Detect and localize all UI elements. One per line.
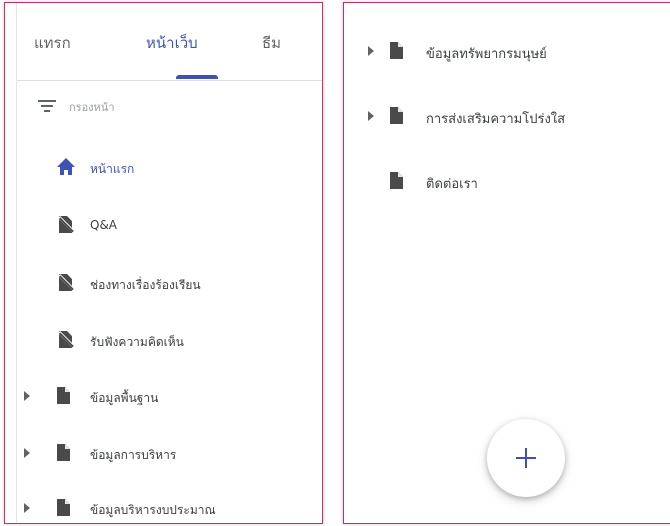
page-item-transparency[interactable]: การส่งเสริมความโปร่งใส — [344, 101, 670, 131]
page-item-hr[interactable]: ข้อมูลทรัพยากรมนุษย์ — [344, 36, 670, 66]
hidden-page-icon — [57, 216, 75, 234]
page-item-basic-info[interactable]: ข้อมูลพื้นฐาน — [17, 381, 322, 411]
expand-caret-icon[interactable] — [368, 111, 374, 121]
page-label: ติดต่อเรา — [426, 177, 478, 192]
filter-icon — [38, 99, 56, 113]
page-label: หน้าแรก — [90, 162, 135, 176]
page-icon — [57, 499, 75, 517]
hidden-page-icon — [57, 331, 75, 349]
page-label: ข้อมูลบริหารงบประมาณ — [90, 503, 216, 517]
pages-panel-left: แทรก หน้าเว็บ ธีม กรองหน้า หน้าแรก Q&A ช… — [4, 2, 323, 524]
tab-bar: แทรก หน้าเว็บ ธีม — [17, 3, 322, 81]
page-icon — [390, 107, 403, 124]
page-icon — [57, 444, 75, 462]
page-icon — [390, 42, 403, 59]
page-icon — [390, 172, 403, 189]
page-icon — [57, 387, 75, 405]
filter-placeholder: กรองหน้า — [69, 101, 115, 114]
expand-caret-icon[interactable] — [368, 46, 374, 56]
plus-icon-vertical — [525, 448, 527, 468]
page-item-feedback[interactable]: รับฟังความคิดเห็น — [17, 325, 322, 355]
hidden-page-icon — [57, 274, 75, 292]
page-item-home[interactable]: หน้าแรก — [17, 152, 322, 182]
page-label: รับฟังความคิดเห็น — [90, 335, 184, 349]
page-item-management[interactable]: ข้อมูลการบริหาร — [17, 438, 322, 468]
page-label: Q&A — [90, 218, 118, 232]
page-item-budget[interactable]: ข้อมูลบริหารงบประมาณ — [17, 493, 322, 523]
expand-caret-icon[interactable] — [24, 448, 30, 458]
filter-pages[interactable]: กรองหน้า — [17, 95, 322, 119]
page-item-contact[interactable]: ติดต่อเรา — [344, 166, 670, 196]
page-label: ข้อมูลการบริหาร — [90, 448, 177, 462]
page-label: ช่องทางเรื่องร้องเรียน — [90, 278, 201, 292]
page-label: การส่งเสริมความโปร่งใส — [426, 112, 566, 127]
page-item-complaints[interactable]: ช่องทางเรื่องร้องเรียน — [17, 268, 322, 298]
page-label: ข้อมูลทรัพยากรมนุษย์ — [426, 47, 547, 62]
active-tab-indicator — [176, 75, 218, 79]
page-item-qa[interactable]: Q&A — [17, 210, 322, 240]
expand-caret-icon[interactable] — [24, 503, 30, 513]
expand-caret-icon[interactable] — [24, 391, 30, 401]
home-icon — [57, 158, 75, 176]
tab-insert[interactable]: แทรก — [34, 31, 71, 55]
page-label: ข้อมูลพื้นฐาน — [90, 391, 159, 405]
tab-pages[interactable]: หน้าเว็บ — [146, 31, 198, 55]
add-page-button[interactable] — [487, 419, 565, 497]
tab-themes[interactable]: ธีม — [262, 31, 281, 55]
